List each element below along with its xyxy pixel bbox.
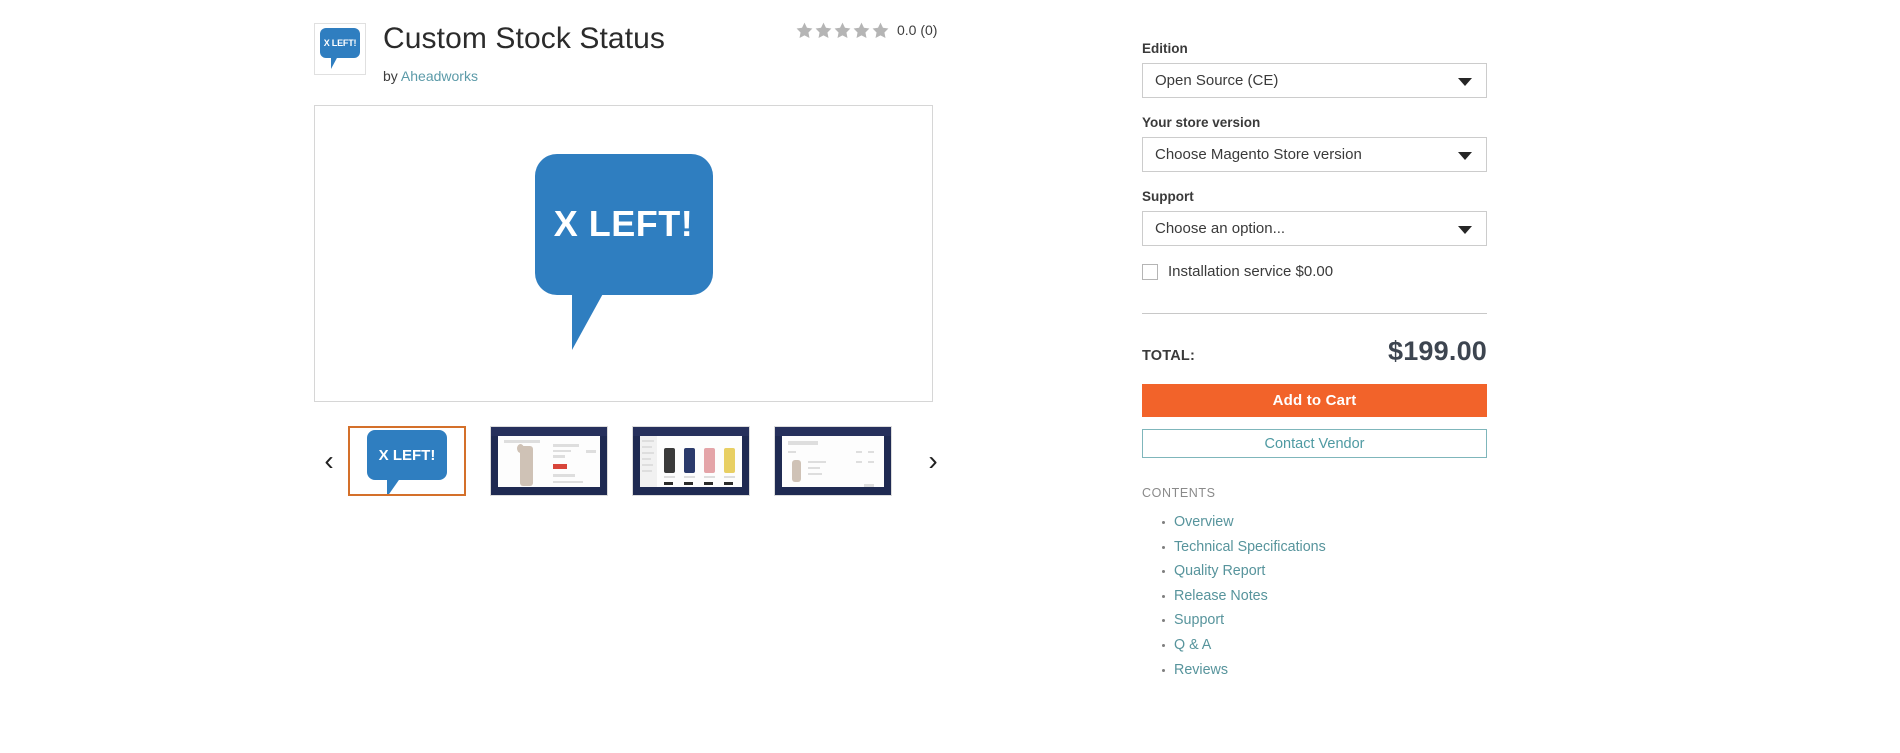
purchase-options-panel: Edition Open Source (CE) Your store vers… [1142, 40, 1487, 682]
star-icon [815, 22, 832, 39]
contact-vendor-button[interactable]: Contact Vendor [1142, 429, 1487, 458]
installation-service-label: Installation service $0.00 [1168, 263, 1334, 280]
support-select[interactable]: Choose an option... [1142, 211, 1487, 246]
star-icon [853, 22, 870, 39]
contents-link-qa[interactable]: Q & A [1174, 637, 1211, 653]
total-price: $199.00 [1388, 336, 1487, 366]
thumbnail-carousel: ‹ X LEFT! › [314, 422, 938, 500]
page-title: Custom Stock Status [383, 22, 666, 55]
speech-bubble-icon: X LEFT! [353, 430, 461, 494]
contents-link-support[interactable]: Support [1174, 612, 1224, 628]
list-item: Overview [1142, 510, 1487, 535]
installation-service-row[interactable]: Installation service $0.00 [1142, 262, 1487, 282]
product-media-column: X LEFT! Custom Stock Status by Aheadwork… [314, 0, 1114, 500]
list-item: Reviews [1142, 658, 1487, 683]
list-item: Q & A [1142, 633, 1487, 658]
product-byline: by Aheadworks [383, 67, 665, 85]
installation-service-checkbox[interactable] [1142, 264, 1158, 280]
contents-link-reviews[interactable]: Reviews [1174, 662, 1228, 678]
total-label: TOTAL: [1142, 348, 1196, 364]
store-version-label: Your store version [1142, 115, 1261, 130]
speech-bubble-graphic: X LEFT! [534, 153, 713, 354]
contents-link-technical-specifications[interactable]: Technical Specifications [1174, 539, 1326, 555]
product-header: X LEFT! Custom Stock Status by Aheadwork… [314, 0, 1114, 85]
support-label: Support [1142, 189, 1194, 204]
speech-bubble-icon: X LEFT! [320, 28, 360, 70]
section-divider [1142, 313, 1487, 314]
add-to-cart-button[interactable]: Add to Cart [1142, 384, 1487, 417]
star-icon [834, 22, 851, 39]
contents-heading: CONTENTS [1142, 486, 1216, 500]
thumbnail-screenshot-shopping-cart[interactable] [774, 426, 892, 496]
edition-label: Edition [1142, 41, 1188, 56]
byline-prefix: by [383, 68, 398, 84]
support-value: Choose an option... [1155, 219, 1286, 237]
star-icon [872, 22, 889, 39]
total-row: TOTAL: $199.00 [1142, 336, 1487, 367]
list-item: Release Notes [1142, 584, 1487, 609]
list-item: Technical Specifications [1142, 535, 1487, 560]
contents-link-release-notes[interactable]: Release Notes [1174, 588, 1268, 604]
contents-link-list: Overview Technical Specifications Qualit… [1142, 510, 1487, 682]
logo-text: X LEFT! [323, 38, 357, 48]
vendor-link[interactable]: Aheadworks [401, 68, 478, 84]
carousel-next-icon[interactable]: › [918, 422, 948, 500]
rating-stars [795, 21, 890, 40]
chevron-down-icon [1458, 77, 1472, 86]
store-version-select[interactable]: Choose Magento Store version [1142, 137, 1487, 172]
thumbnail-screenshot-category-grid[interactable] [632, 426, 750, 496]
rating-summary: 0.0 (0) [897, 22, 938, 38]
star-icon [796, 22, 813, 39]
main-image-text: X LEFT! [553, 203, 694, 244]
thumbnail-list: X LEFT! [348, 426, 892, 496]
edition-value: Open Source (CE) [1155, 71, 1279, 89]
chevron-down-icon [1458, 225, 1472, 234]
list-item: Quality Report [1142, 559, 1487, 584]
list-item: Support [1142, 608, 1487, 633]
contents-link-quality-report[interactable]: Quality Report [1174, 563, 1265, 579]
chevron-down-icon [1458, 151, 1472, 160]
store-version-value: Choose Magento Store version [1155, 145, 1362, 163]
product-brand-logo: X LEFT! [314, 23, 366, 75]
product-rating: 0.0 (0) [795, 21, 937, 40]
main-product-image[interactable]: X LEFT! [314, 105, 933, 402]
thumbnail-logo-text: X LEFT! [378, 446, 436, 464]
edition-select[interactable]: Open Source (CE) [1142, 63, 1487, 98]
product-title-block: Custom Stock Status by Aheadworks [383, 20, 665, 85]
carousel-prev-icon[interactable]: ‹ [314, 422, 344, 500]
thumbnail-product-logo[interactable]: X LEFT! [348, 426, 466, 496]
product-detail-page: X LEFT! Custom Stock Status by Aheadwork… [0, 0, 1900, 753]
thumbnail-screenshot-product-page[interactable] [490, 426, 608, 496]
contents-link-overview[interactable]: Overview [1174, 514, 1234, 530]
